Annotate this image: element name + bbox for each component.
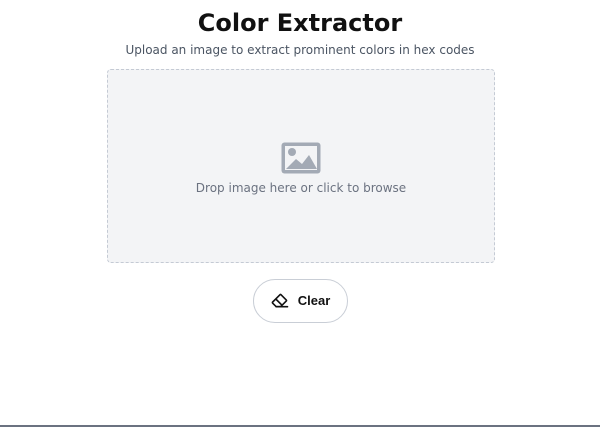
clear-button[interactable]: Clear xyxy=(253,279,348,323)
image-dropzone[interactable]: Drop image here or click to browse xyxy=(107,69,495,263)
page-title: Color Extractor xyxy=(197,9,403,37)
image-icon xyxy=(281,142,321,174)
color-extractor-page: Color Extractor Upload an image to extra… xyxy=(0,0,600,427)
page-subtitle: Upload an image to extract prominent col… xyxy=(125,43,475,57)
eraser-icon xyxy=(271,293,289,308)
clear-button-label: Clear xyxy=(297,293,331,308)
dropzone-instruction: Drop image here or click to browse xyxy=(195,181,407,195)
